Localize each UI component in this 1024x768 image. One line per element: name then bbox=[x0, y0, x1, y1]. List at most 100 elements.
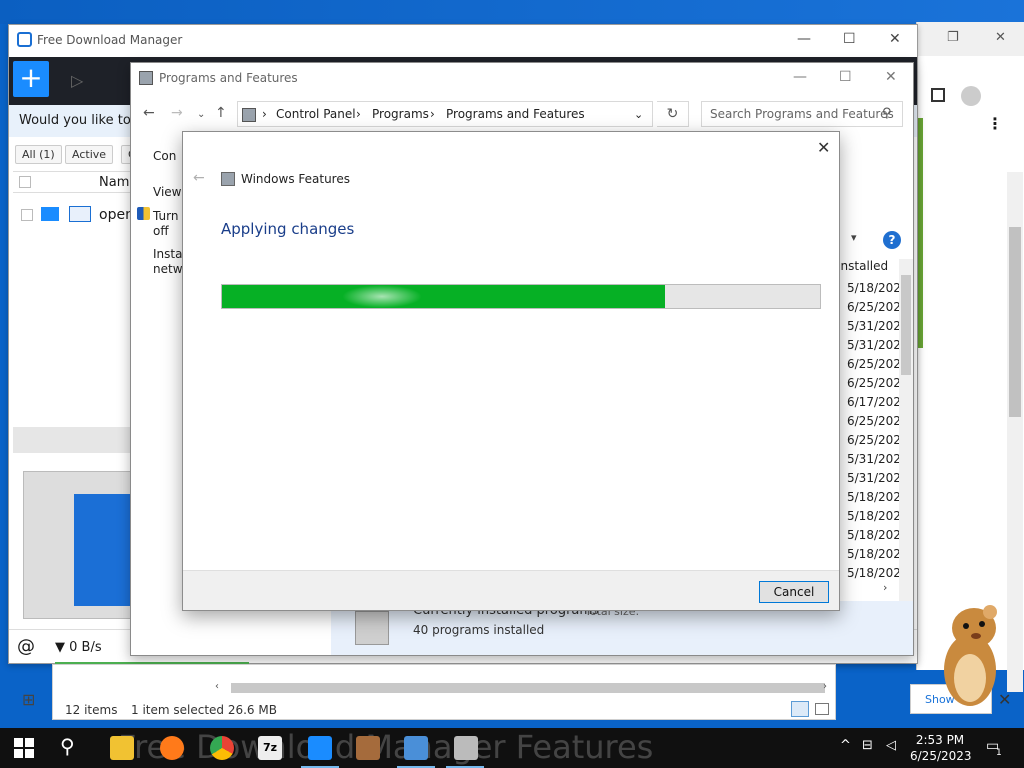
close-icon[interactable]: ✕ bbox=[817, 138, 830, 157]
control-panel-taskbar-icon[interactable] bbox=[404, 736, 428, 760]
close-icon[interactable]: ✕ bbox=[889, 31, 901, 47]
fdm-list-header: Name bbox=[13, 171, 139, 193]
maximize-icon[interactable]: ☐ bbox=[839, 69, 852, 85]
scroll-left-icon[interactable]: ‹ bbox=[215, 681, 219, 692]
hamster-taskbar-icon[interactable] bbox=[356, 736, 380, 760]
search-input[interactable]: Search Programs and Features ⚲ bbox=[701, 101, 903, 127]
fdm-download-row[interactable]: open bbox=[13, 201, 139, 231]
back-arrow-icon[interactable]: ← bbox=[193, 170, 205, 186]
up-arrow-icon[interactable]: ↑ bbox=[215, 105, 227, 121]
windows-features-taskbar-icon[interactable] bbox=[454, 736, 478, 760]
dialog-title: Windows Features bbox=[241, 172, 350, 186]
menu-dots-icon[interactable]: ⋮ bbox=[987, 114, 1003, 133]
large-icons-view-icon[interactable] bbox=[815, 703, 829, 715]
breadcrumb-separator: › bbox=[262, 107, 267, 121]
download-name: open bbox=[99, 207, 134, 223]
profile-avatar[interactable] bbox=[961, 86, 981, 106]
pf-programs-list: ▾ ? Installed 5/18/2023 6/25/2023 5/31/202… bbox=[831, 223, 913, 613]
explorer-scrollbar-thumb[interactable] bbox=[231, 683, 825, 693]
dialog-footer: Cancel bbox=[183, 570, 839, 610]
windows-features-dialog: ✕ ← Windows Features Applying changes Ca… bbox=[182, 131, 840, 611]
address-bar[interactable]: › Control Panel › Programs › Programs an… bbox=[237, 101, 653, 127]
help-icon[interactable]: ? bbox=[883, 231, 901, 249]
minimize-icon[interactable]: — bbox=[797, 31, 811, 47]
taskbar: Free Download Manager Features ⚲ 7z ^ ⊟ … bbox=[0, 728, 1024, 768]
details-view-icon[interactable] bbox=[791, 701, 809, 717]
scroll-right-icon[interactable]: › bbox=[823, 681, 827, 692]
footer-programs-count: 40 programs installed bbox=[413, 623, 545, 637]
fdm-tabs: All (1) Active C bbox=[9, 137, 143, 167]
windows-logo-icon bbox=[14, 738, 34, 758]
sidebar-icon[interactable] bbox=[931, 88, 945, 102]
restore-icon[interactable]: ❐ bbox=[947, 30, 959, 45]
desktop-strip bbox=[0, 0, 1024, 24]
windows-features-icon bbox=[221, 172, 235, 186]
control-panel-icon bbox=[139, 71, 153, 85]
browser-scrollbar-thumb[interactable] bbox=[1009, 227, 1021, 417]
folder-icon[interactable] bbox=[41, 207, 59, 221]
close-icon[interactable]: ✕ bbox=[995, 30, 1006, 45]
back-arrow-icon[interactable]: ← bbox=[143, 105, 155, 121]
breadcrumb-programs[interactable]: Programs bbox=[372, 107, 429, 121]
add-download-button[interactable]: + bbox=[13, 61, 49, 97]
explorer-selection-info: 1 item selected 26.6 MB bbox=[131, 703, 277, 717]
address-dropdown-icon[interactable]: ⌄ bbox=[634, 108, 643, 121]
progress-bar-fill bbox=[222, 285, 665, 308]
scroll-right-icon[interactable]: › bbox=[883, 581, 887, 594]
7zip-icon[interactable]: 7z bbox=[258, 736, 282, 760]
tab-all[interactable]: All (1) bbox=[15, 145, 62, 164]
file-icon bbox=[69, 206, 91, 222]
maximize-icon[interactable]: ☐ bbox=[843, 31, 856, 47]
tab-active[interactable]: Active bbox=[65, 145, 114, 164]
volume-icon[interactable]: ◁ bbox=[886, 738, 896, 753]
fdm-taskbar-icon[interactable] bbox=[308, 736, 332, 760]
network-icon[interactable]: ⊟ bbox=[862, 738, 873, 753]
hamster-mascot[interactable] bbox=[930, 600, 1008, 710]
fdm-preview-image bbox=[23, 471, 140, 619]
taskbar-ghost-text: Free Download Manager Features bbox=[118, 728, 654, 766]
breadcrumb-control-panel[interactable]: Control Panel bbox=[276, 107, 356, 121]
tray-chevron-icon[interactable]: ^ bbox=[840, 738, 851, 753]
forward-arrow-icon[interactable]: → bbox=[171, 105, 183, 121]
column-installed-on[interactable]: Installed bbox=[837, 259, 888, 273]
fdm-titlebar: Free Download Manager — ☐ ✕ bbox=[9, 25, 917, 57]
sidebar-control-panel-home[interactable]: Con bbox=[153, 149, 176, 163]
sidebar-view-updates[interactable]: View bbox=[153, 185, 181, 199]
progress-bar-glow bbox=[342, 285, 422, 308]
close-icon[interactable]: ✕ bbox=[885, 69, 897, 85]
sidebar-turn-features[interactable]: Turn bbox=[153, 209, 178, 223]
recent-locations-icon[interactable]: ⌄ bbox=[197, 109, 205, 120]
breadcrumb-programs-features[interactable]: Programs and Features bbox=[446, 107, 585, 121]
sidebar-turn-features-cont[interactable]: off bbox=[153, 224, 169, 238]
sidebar-install-network-cont[interactable]: netw bbox=[153, 262, 183, 276]
browser-toolbar: ⋮ bbox=[917, 78, 1024, 133]
view-options-icon[interactable]: ▾ bbox=[851, 231, 857, 244]
breadcrumb-separator: › bbox=[356, 107, 361, 121]
clock-time[interactable]: 2:53 PM bbox=[912, 733, 968, 747]
browser-window: ❐ ✕ ⋮ bbox=[916, 22, 1024, 692]
shield-icon bbox=[137, 207, 150, 220]
select-all-checkbox[interactable] bbox=[19, 176, 31, 188]
search-icon[interactable]: ⚲ bbox=[60, 734, 75, 758]
explorer-window: ‹ › 12 items 1 item selected 26.6 MB bbox=[52, 664, 836, 720]
programs-disc-icon bbox=[355, 611, 389, 645]
row-checkbox[interactable] bbox=[21, 209, 33, 221]
snail-icon[interactable]: @ bbox=[17, 636, 35, 657]
play-icon[interactable]: ▷ bbox=[71, 71, 83, 90]
sidebar-install-network[interactable]: Instal bbox=[153, 247, 186, 261]
file-explorer-icon[interactable] bbox=[110, 736, 134, 760]
clock-date[interactable]: 6/25/2023 bbox=[910, 749, 972, 763]
minimize-icon[interactable]: — bbox=[793, 69, 807, 85]
start-button[interactable] bbox=[0, 728, 48, 768]
fdm-logo-icon bbox=[17, 32, 32, 47]
search-icon[interactable]: ⚲ bbox=[882, 106, 892, 121]
explorer-item-count: 12 items bbox=[65, 703, 118, 717]
firefox-icon[interactable] bbox=[160, 736, 184, 760]
chrome-icon[interactable] bbox=[210, 736, 234, 760]
cancel-button[interactable]: Cancel bbox=[759, 581, 829, 603]
programs-scrollbar-thumb[interactable] bbox=[901, 275, 911, 375]
refresh-button[interactable]: ↻ bbox=[657, 101, 689, 127]
breadcrumb-separator: › bbox=[430, 107, 435, 121]
close-icon[interactable]: ✕ bbox=[998, 690, 1011, 709]
fdm-prompt-text: Would you like to m bbox=[19, 113, 148, 128]
